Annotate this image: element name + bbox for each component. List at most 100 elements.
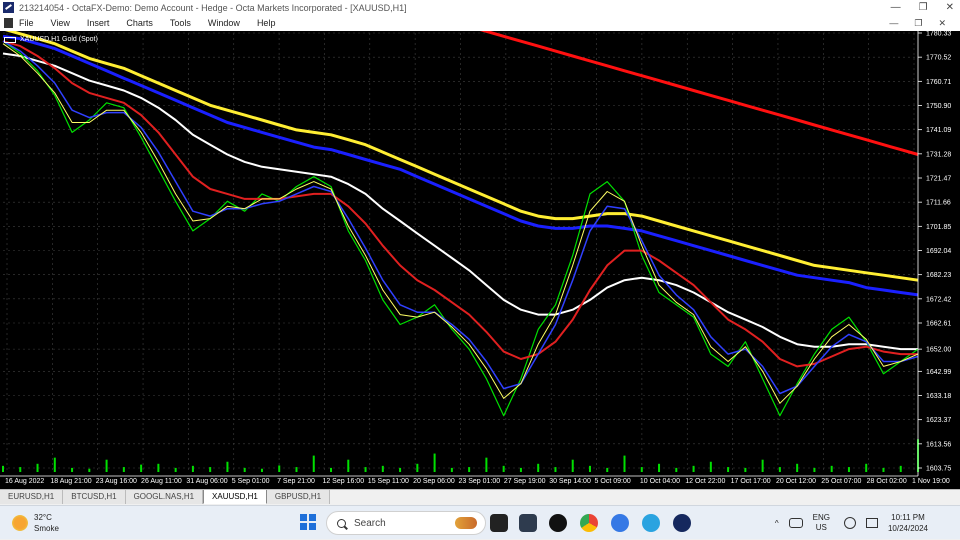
video-editor-icon[interactable] — [519, 514, 537, 532]
volume-bar — [675, 467, 678, 472]
lang-region: US — [815, 523, 827, 532]
menu-insert[interactable]: Insert — [87, 18, 110, 28]
minimize-button[interactable]: — — [891, 2, 901, 13]
menu-file[interactable]: File — [19, 18, 34, 28]
system-tray: ^ ENG US 10:11 PM 10/24/2024 — [775, 506, 960, 540]
volume-bar — [347, 459, 350, 472]
x-tick-label: 30 Sep 14:00 — [549, 478, 591, 485]
y-tick-label: 1642.99 — [926, 369, 951, 376]
y-tick-label: 1613.56 — [926, 441, 951, 448]
y-tick-label: 1662.61 — [926, 321, 951, 328]
y-tick-label: 1760.71 — [926, 79, 951, 86]
globe-icon[interactable] — [843, 517, 856, 529]
tab-googl[interactable]: GOOGL.NAS,H1 — [125, 490, 204, 504]
volume-bar — [847, 467, 850, 472]
volume-bar — [468, 467, 471, 472]
x-tick-label: 16 Aug 2022 — [5, 478, 44, 485]
search-placeholder: Search — [354, 517, 386, 529]
media-player-icon[interactable] — [549, 514, 567, 532]
volume-bar — [260, 468, 263, 472]
x-tick-label: 5 Oct 09:00 — [595, 478, 631, 485]
system-clock[interactable]: 10:11 PM 10/24/2024 — [888, 512, 928, 534]
chart-minimize-button[interactable]: — — [889, 18, 898, 28]
volume-bar — [761, 459, 764, 472]
notification-icon[interactable] — [940, 518, 950, 528]
x-tick-label: 20 Oct 12:00 — [776, 478, 816, 485]
x-tick-label: 31 Aug 06:00 — [186, 478, 227, 485]
language-indicator[interactable]: ENG US — [813, 513, 830, 533]
chart-header-text: XAUUSD,H1 Gold (Spot) — [20, 36, 98, 43]
volume-bar — [243, 467, 246, 472]
volume-bar — [830, 465, 833, 472]
tab-gbpusd[interactable]: GBPUSD,H1 — [266, 490, 331, 504]
volume-bar — [433, 453, 436, 472]
y-tick-label: 1701.85 — [926, 224, 951, 231]
tab-xauusd[interactable]: XAUUSD,H1 — [203, 490, 267, 504]
maximize-button[interactable]: ❐ — [919, 2, 928, 13]
close-button[interactable]: ✕ — [946, 2, 954, 13]
metatrader-icon[interactable] — [673, 514, 691, 532]
browser-icon[interactable] — [611, 514, 629, 532]
volume-bar — [450, 467, 453, 472]
volume-bar — [865, 463, 868, 472]
taskbar-search[interactable]: Search — [326, 511, 486, 535]
volume-bar — [658, 463, 661, 472]
chart-close-button[interactable]: ✕ — [938, 18, 946, 29]
window-title: 213214054 - OctaFX-Demo: Demo Account - … — [19, 2, 407, 13]
menu-tools[interactable]: Tools — [170, 18, 191, 28]
x-tick-label: 1 Nov 19:00 — [912, 478, 950, 485]
tab-eurusd[interactable]: EURUSD,H1 — [0, 490, 64, 504]
menu-help[interactable]: Help — [257, 18, 276, 28]
y-tick-label: 1780.33 — [926, 31, 951, 38]
x-tick-label: 7 Sep 21:00 — [277, 478, 315, 485]
volume-bar — [519, 467, 522, 472]
tray-overflow-chevron-icon[interactable]: ^ — [775, 519, 779, 528]
volume-icon[interactable] — [865, 518, 878, 528]
x-tick-label: 20 Sep 06:00 — [413, 478, 455, 485]
y-tick-label: 1731.28 — [926, 151, 951, 158]
menu-charts[interactable]: Charts — [126, 18, 153, 28]
y-tick-label: 1750.90 — [926, 103, 951, 110]
y-tick-label: 1672.42 — [926, 296, 951, 303]
volume-bar — [709, 461, 712, 472]
x-tick-label: 12 Oct 22:00 — [685, 478, 725, 485]
telegram-icon[interactable] — [642, 514, 660, 532]
volume-bar — [140, 464, 143, 472]
chrome-icon[interactable] — [580, 514, 598, 532]
volume-bar — [588, 465, 591, 472]
tab-btcusd[interactable]: BTCUSD,H1 — [63, 490, 126, 504]
volume-bar — [502, 465, 505, 472]
task-view-icon[interactable] — [490, 514, 508, 532]
volume-bar — [571, 459, 574, 472]
x-tick-label: 23 Aug 16:00 — [96, 478, 137, 485]
menu-window[interactable]: Window — [208, 18, 240, 28]
menu-view[interactable]: View — [51, 18, 70, 28]
price-chart[interactable]: 1780.33 1770.52 1760.71 1750.90 1741.09 1731.… — [0, 31, 960, 489]
x-tick-label: 25 Oct 07:00 — [821, 478, 861, 485]
weather-temp: 32°C — [34, 513, 52, 522]
windows-start-icon[interactable] — [300, 514, 316, 530]
ma-red-slow-line — [479, 31, 919, 156]
volume-bar — [312, 455, 315, 472]
chart-label-icon — [4, 36, 16, 43]
volume-bar — [122, 467, 125, 472]
volume-bar — [174, 467, 177, 472]
volume-bar — [105, 459, 108, 472]
x-tick-label: 15 Sep 11:00 — [368, 478, 409, 485]
volume-bar — [744, 467, 747, 472]
volume-bar — [537, 463, 540, 472]
y-tick-label: 1711.66 — [926, 200, 951, 207]
volume-bar — [813, 467, 816, 472]
clock-time: 10:11 PM — [891, 513, 925, 522]
chart-canvas[interactable]: 1780.33 1770.52 1760.71 1750.90 1741.09 1731.… — [0, 31, 960, 489]
volume-bar — [554, 467, 557, 472]
x-tick-label: 18 Aug 21:00 — [50, 478, 91, 485]
network-status-icon[interactable] — [788, 518, 803, 528]
volume-bar — [623, 455, 626, 472]
chart-restore-button[interactable]: ❐ — [914, 18, 922, 29]
weather-widget[interactable]: 32°C Smoke — [12, 512, 59, 534]
x-tick-label: 12 Sep 16:00 — [322, 478, 364, 485]
sun-haze-icon — [12, 515, 28, 531]
y-tick-label: 1682.23 — [926, 272, 951, 279]
chart-symbol-label: XAUUSD,H1 Gold (Spot) — [4, 36, 98, 43]
